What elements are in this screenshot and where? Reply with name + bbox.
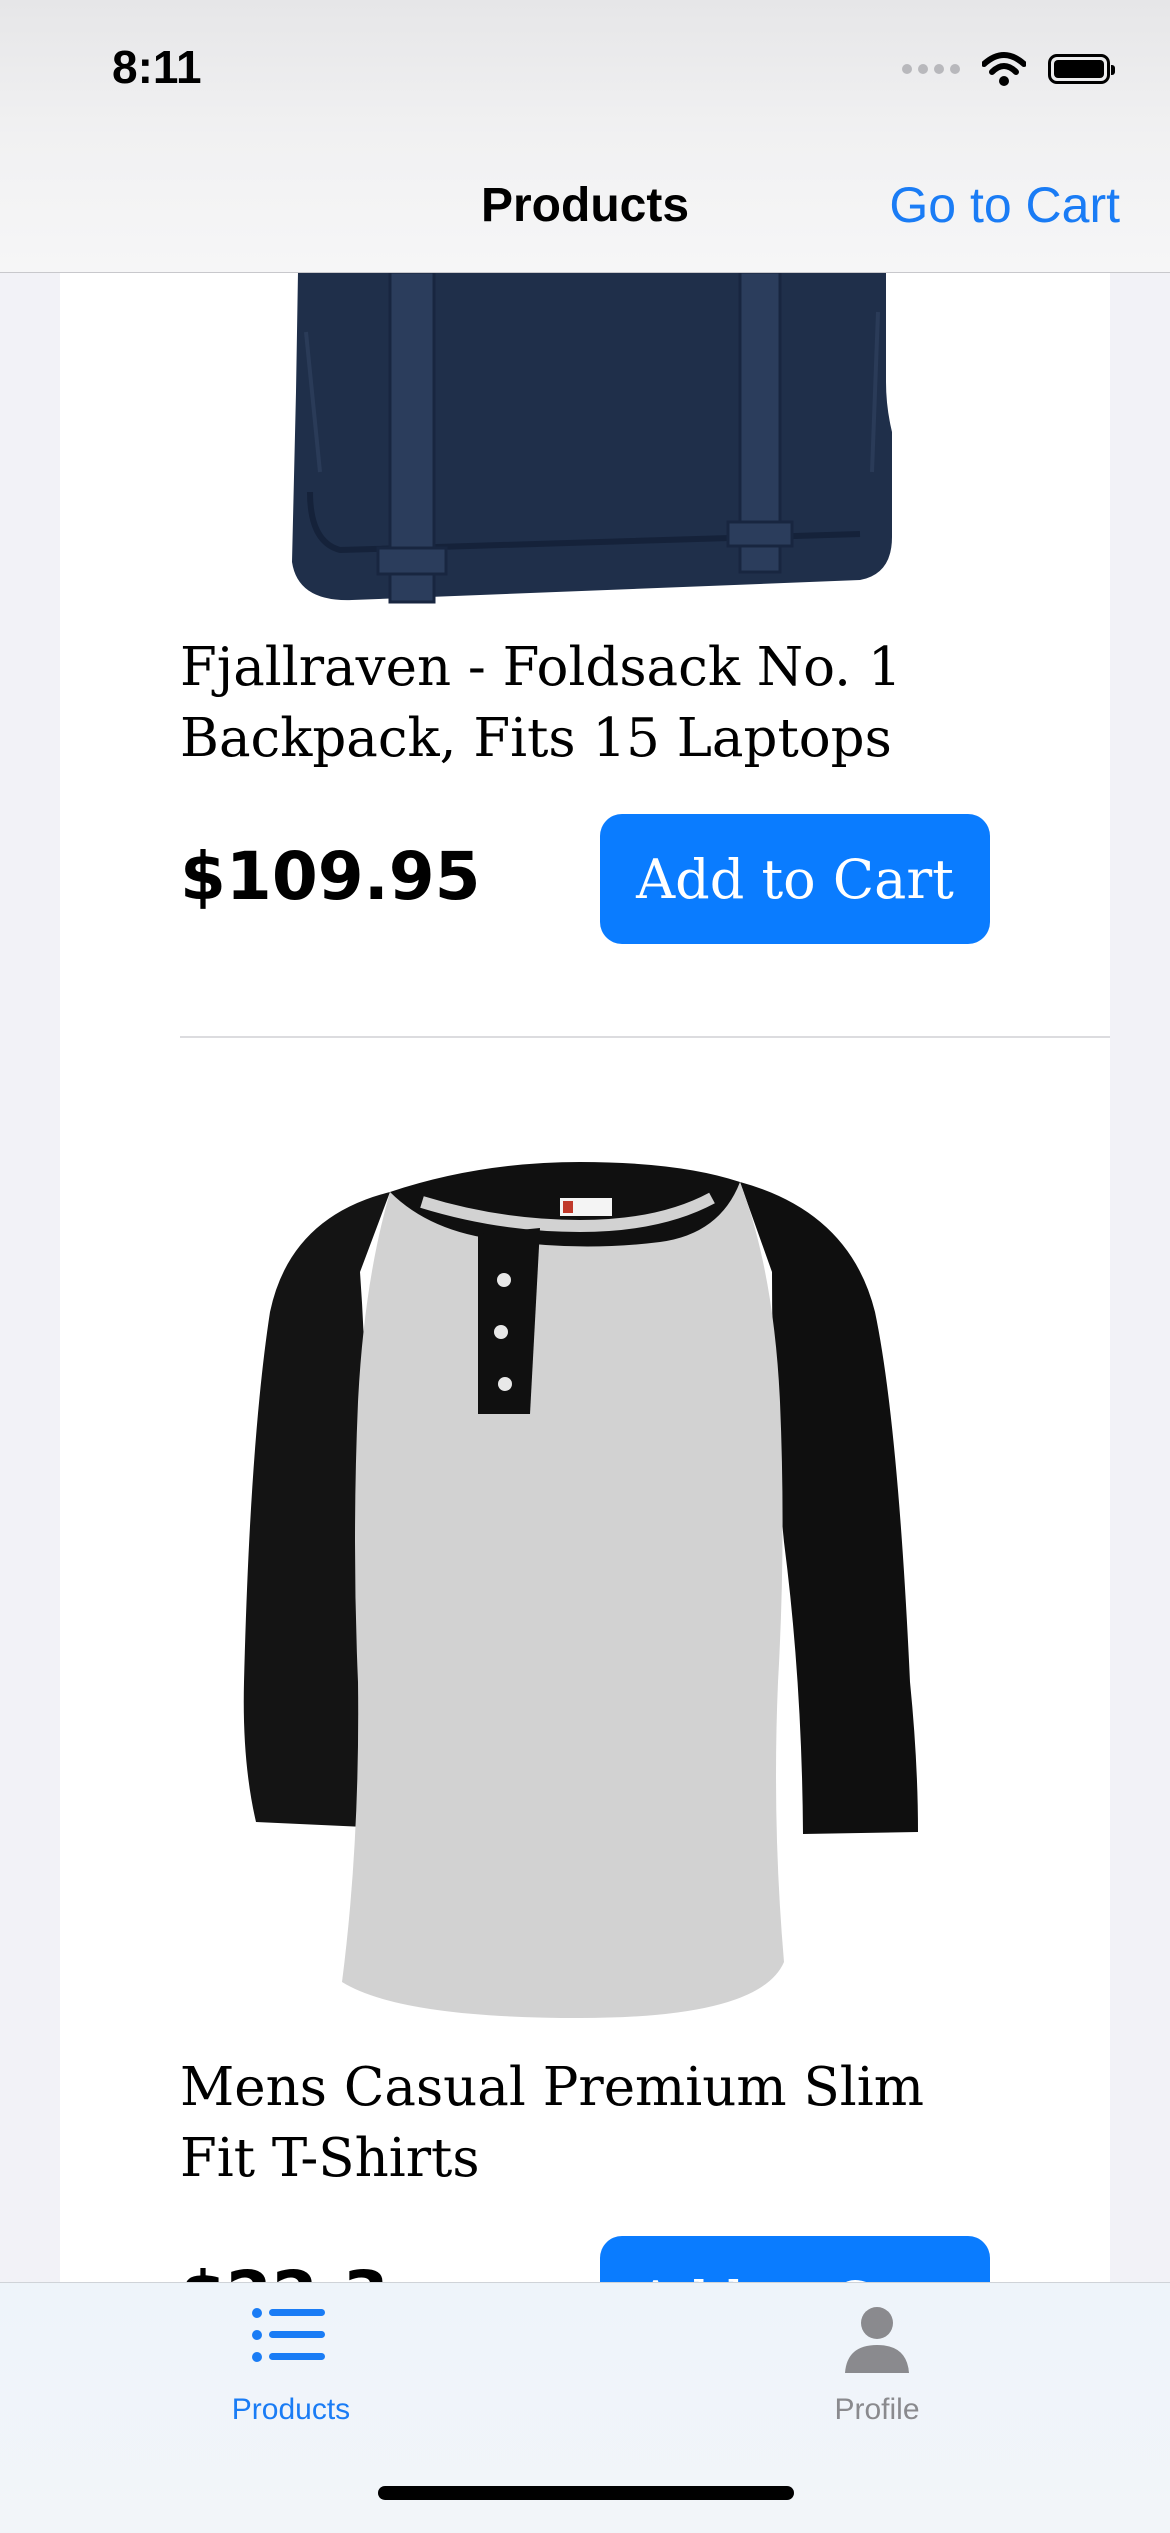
list-icon [252,2308,325,2362]
divider [180,1036,1110,1038]
tab-profile[interactable]: Profile [727,2283,1027,2453]
person-icon [845,2307,909,2373]
add-to-cart-button[interactable]: Add to Cart [600,814,990,944]
go-to-cart-button[interactable]: Go to Cart [889,176,1120,234]
product-price: $22.3 [180,2257,389,2282]
shirt-image [243,1162,918,2018]
status-bar: 8:11 [0,0,1170,150]
backpack-image [292,272,892,604]
product-name: Fjallraven - Foldsack No. 1 Backpack, Fi… [180,632,1060,774]
wifi-icon [982,52,1026,86]
product-name-line: Fit T-Shirts [180,2128,480,2189]
tab-label: Products [231,2393,351,2426]
product-name-line: Mens Casual Premium Slim [180,2057,924,2118]
battery-icon [1048,54,1115,84]
tab-products[interactable]: Products [141,2283,441,2453]
product-list[interactable]: Fjallraven - Foldsack No. 1 Backpack, Fi… [60,272,1110,2282]
tab-label: Profile [834,2393,920,2426]
status-time: 8:11 [112,41,202,93]
home-indicator [378,2486,794,2500]
product-name-line: Fjallraven - Foldsack No. 1 [180,637,902,698]
product-name-line: Backpack, Fits 15 Laptops [180,708,892,769]
product-name: Mens Casual Premium Slim Fit T-Shirts [180,2052,1060,2194]
add-to-cart-button[interactable]: Add to Cart [600,2236,990,2282]
product-price: $109.95 [180,838,481,915]
status-icons [902,52,1115,86]
cellular-signal-icon [902,64,960,74]
